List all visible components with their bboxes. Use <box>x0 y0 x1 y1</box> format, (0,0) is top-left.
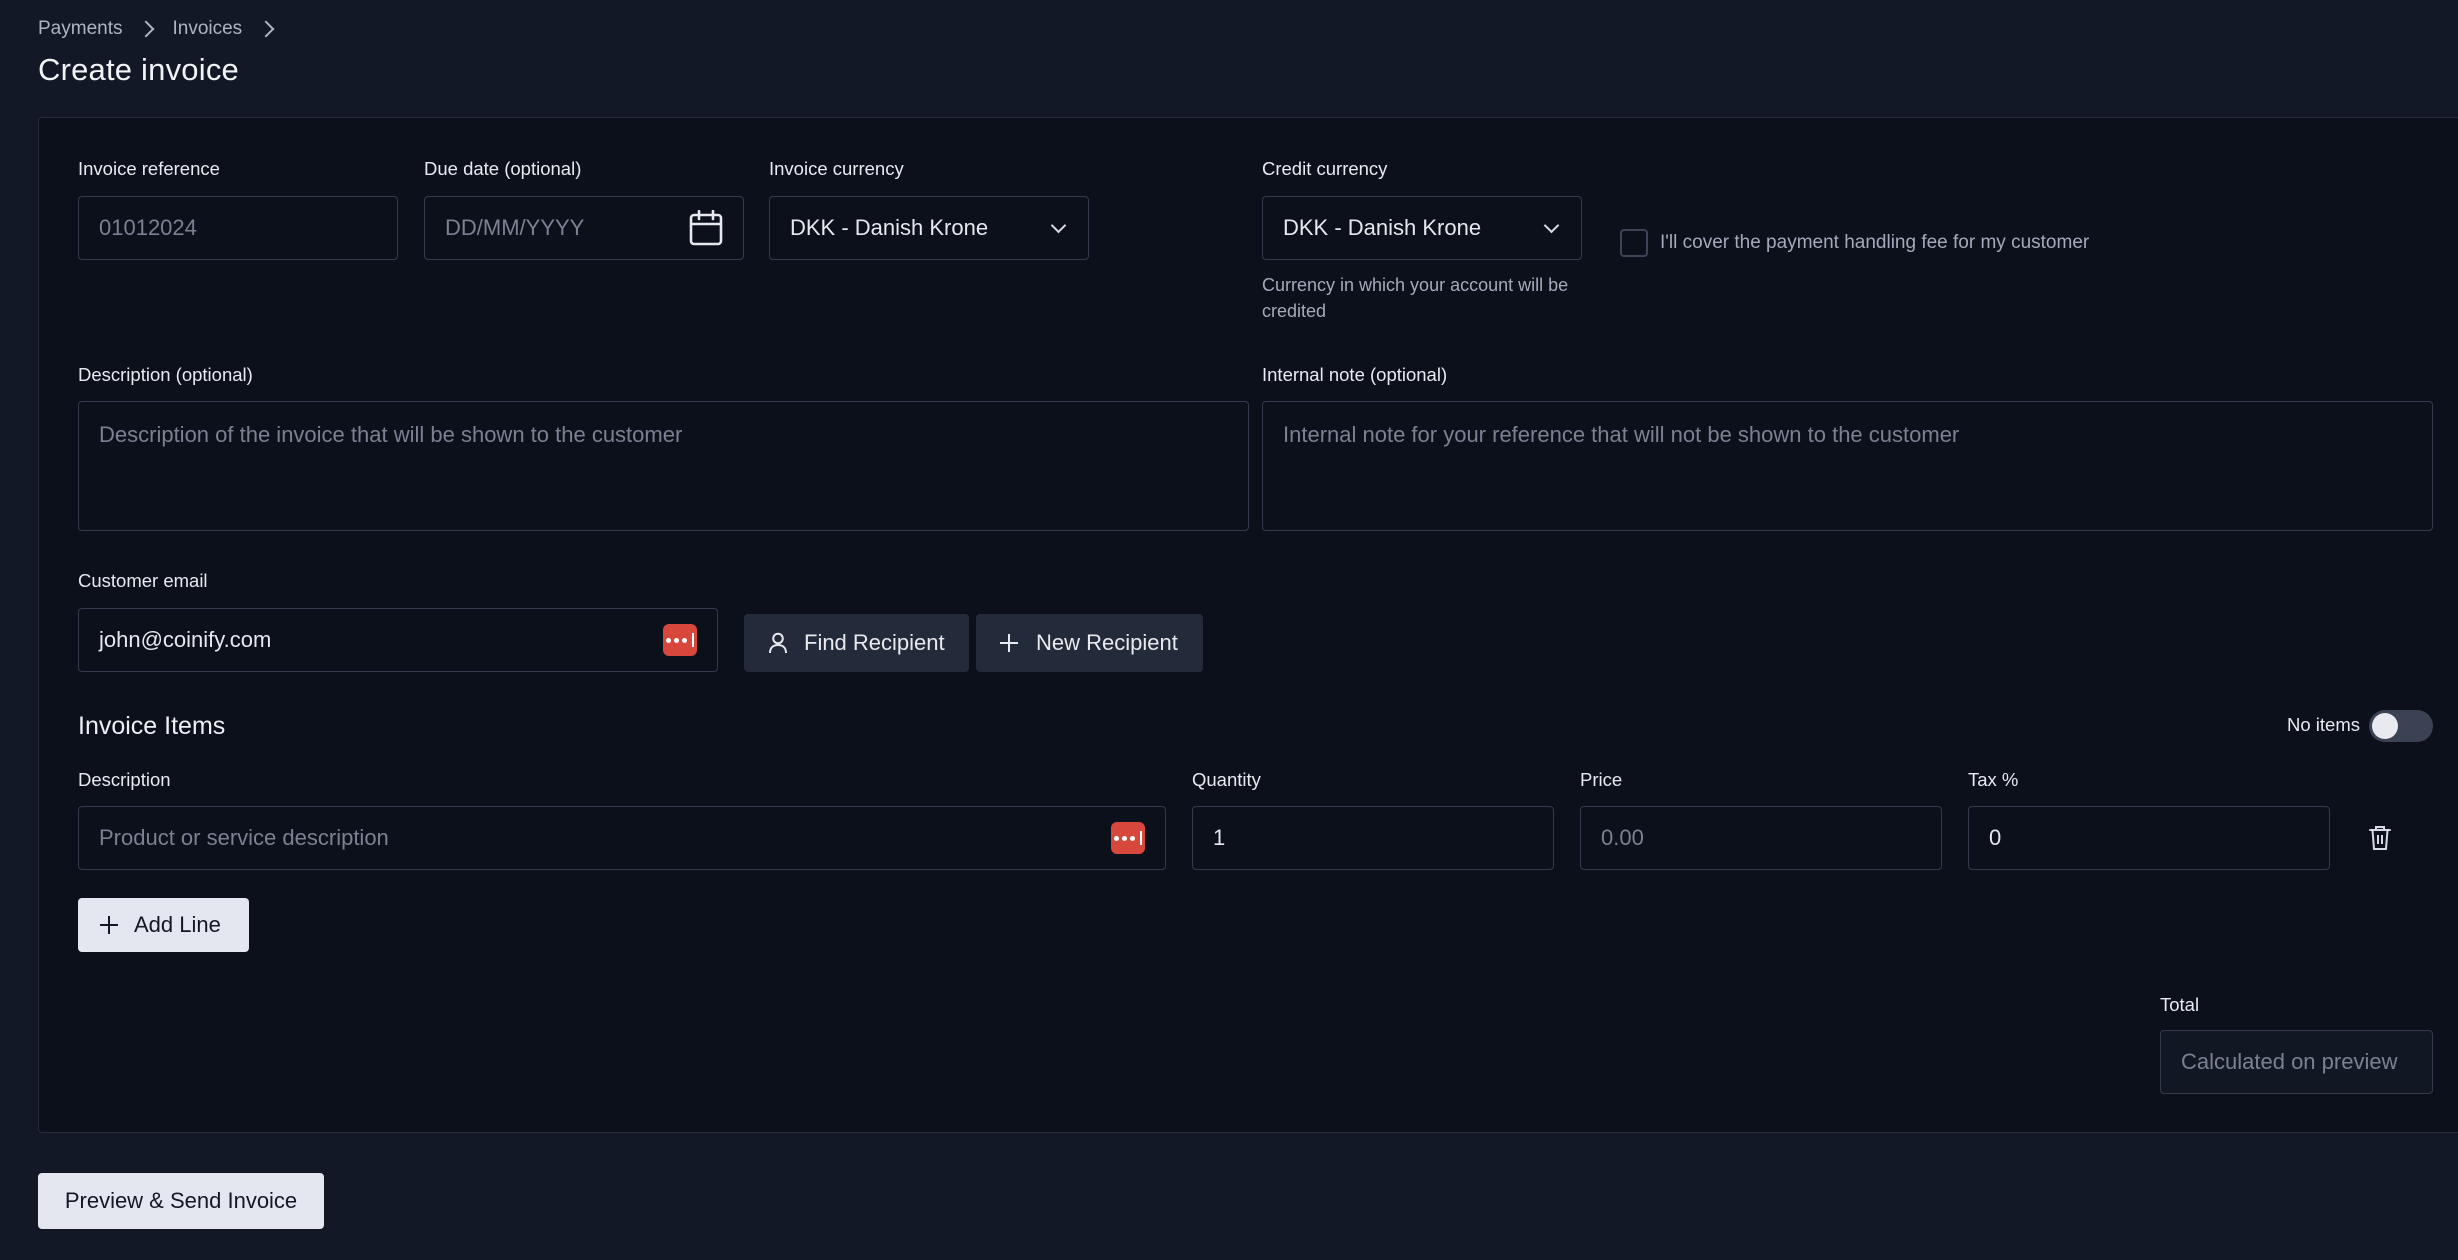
page-title: Create invoice <box>38 52 239 87</box>
item-description-input[interactable]: Product or service description <box>78 806 1166 870</box>
total-label: Total <box>2160 994 2200 1015</box>
due-date-label: Due date (optional) <box>424 158 582 179</box>
item-tax-input[interactable]: 0 <box>1968 806 2330 870</box>
item-price-input[interactable]: 0.00 <box>1580 806 1942 870</box>
cover-fee-label: I'll cover the payment handling fee for … <box>1660 232 2090 253</box>
invoice-currency-select[interactable]: DKK - Danish Krone <box>769 196 1089 260</box>
invoice-currency-label: Invoice currency <box>769 158 904 179</box>
no-items-label: No items <box>2287 714 2360 735</box>
column-description: Description <box>78 769 171 790</box>
customer-email-value: john@coinify.com <box>99 627 272 652</box>
column-price: Price <box>1580 769 1623 790</box>
invoice-reference-placeholder: 01012024 <box>99 215 197 240</box>
chevron-right-icon <box>257 20 275 38</box>
invoice-reference-input[interactable]: 01012024 <box>78 196 398 260</box>
invoice-currency-value: DKK - Danish Krone <box>790 215 989 240</box>
due-date-input[interactable]: DD/MM/YYYY <box>424 196 744 260</box>
breadcrumb-payments[interactable]: Payments <box>38 18 122 40</box>
credit-currency-label: Credit currency <box>1262 158 1388 179</box>
credit-currency-value: DKK - Danish Krone <box>1283 215 1482 240</box>
item-quantity-input[interactable]: 1 <box>1192 806 1554 870</box>
add-line-button[interactable]: Add Line <box>78 898 249 952</box>
add-line-label: Add Line <box>134 912 221 937</box>
find-recipient-button[interactable]: Find Recipient <box>744 614 969 672</box>
password-manager-icon[interactable] <box>663 624 697 656</box>
customer-email-input[interactable]: john@coinify.com <box>78 608 718 672</box>
cover-fee-checkbox[interactable] <box>1620 229 1648 257</box>
plus-icon <box>1000 634 1018 652</box>
description-label: Description (optional) <box>78 364 253 385</box>
no-items-toggle[interactable] <box>2369 710 2433 742</box>
new-recipient-label: New Recipient <box>1036 630 1178 655</box>
internal-note-label: Internal note (optional) <box>1262 364 1448 385</box>
description-textarea[interactable]: Description of the invoice that will be … <box>78 401 1249 531</box>
total-placeholder: Calculated on preview <box>2181 1049 2398 1074</box>
item-description-placeholder: Product or service description <box>99 825 389 850</box>
credit-currency-select[interactable]: DKK - Danish Krone <box>1262 196 1582 260</box>
customer-email-label: Customer email <box>78 570 208 591</box>
invoice-reference-label: Invoice reference <box>78 158 220 179</box>
total-field: Calculated on preview <box>2160 1030 2433 1094</box>
preview-send-invoice-button[interactable]: Preview & Send Invoice <box>38 1173 324 1229</box>
preview-send-invoice-label: Preview & Send Invoice <box>64 1188 298 1213</box>
credit-currency-help: Currency in which your account will be c… <box>1262 275 1569 321</box>
column-tax: Tax % <box>1968 769 2019 790</box>
find-recipient-label: Find Recipient <box>804 630 945 655</box>
item-tax-value: 0 <box>1989 825 2002 850</box>
internal-note-placeholder: Internal note for your reference that wi… <box>1283 422 1960 447</box>
item-price-placeholder: 0.00 <box>1601 825 1644 850</box>
calendar-icon[interactable] <box>689 210 723 246</box>
chevron-down-icon <box>1543 217 1560 233</box>
password-manager-icon[interactable] <box>1111 822 1145 854</box>
chevron-right-icon <box>137 20 155 38</box>
breadcrumb: Payments Invoices <box>38 16 296 42</box>
invoice-items-title: Invoice Items <box>78 712 226 740</box>
trash-icon[interactable] <box>2369 825 2391 856</box>
column-quantity: Quantity <box>1192 769 1261 790</box>
plus-icon <box>100 916 118 934</box>
due-date-placeholder: DD/MM/YYYY <box>445 215 585 240</box>
chevron-down-icon <box>1050 217 1067 233</box>
breadcrumb-invoices[interactable]: Invoices <box>172 18 242 40</box>
internal-note-textarea[interactable]: Internal note for your reference that wi… <box>1262 401 2433 531</box>
description-placeholder: Description of the invoice that will be … <box>99 422 683 447</box>
person-icon <box>768 632 788 654</box>
new-recipient-button[interactable]: New Recipient <box>976 614 1203 672</box>
item-quantity-value: 1 <box>1213 825 1226 850</box>
